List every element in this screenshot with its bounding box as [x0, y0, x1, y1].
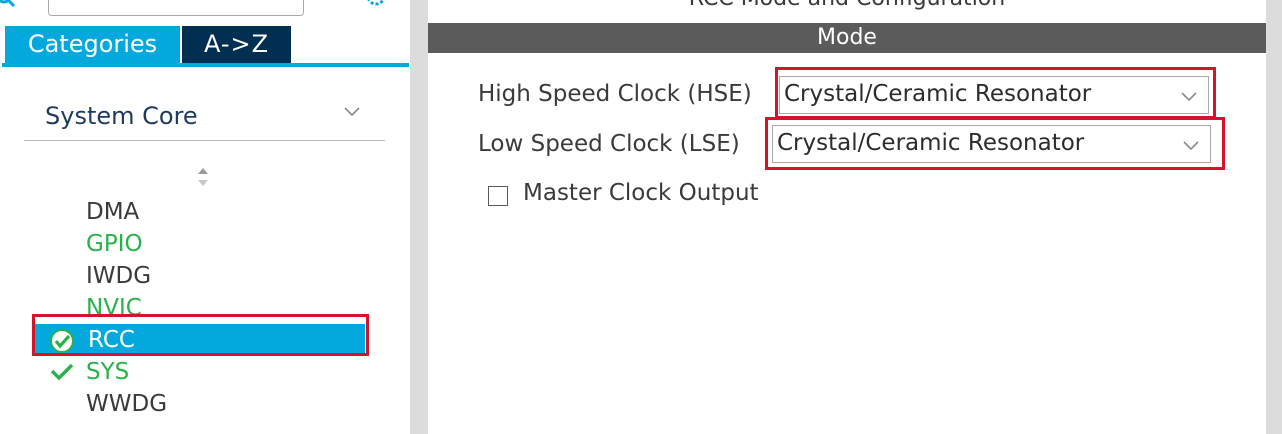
gear-icon[interactable]	[362, 0, 390, 12]
panel-splitter[interactable]	[410, 0, 428, 434]
sort-icon[interactable]	[196, 166, 210, 188]
list-item-label: RCC	[88, 327, 135, 353]
tab-categories[interactable]: Categories	[5, 26, 180, 63]
lse-select-value: Crystal/Ceramic Resonator	[777, 130, 1085, 156]
list-item-label: NVIC	[86, 295, 142, 321]
list-item-sys[interactable]: SYS	[0, 356, 410, 388]
chevron-down-icon	[1183, 141, 1199, 151]
hse-select[interactable]: Crystal/Ceramic Resonator	[779, 76, 1209, 114]
list-item-iwdg[interactable]: IWDG	[0, 260, 410, 292]
list-item-nvic[interactable]: NVIC	[0, 292, 410, 324]
list-item-label: IWDG	[86, 263, 152, 289]
master-clock-output-checkbox[interactable]	[488, 186, 508, 206]
chevron-down-icon	[344, 107, 360, 117]
search-input[interactable]	[48, 0, 304, 16]
tabs-underline	[2, 63, 409, 67]
hse-select-value: Crystal/Ceramic Resonator	[784, 81, 1092, 107]
list-item-label: SYS	[86, 359, 130, 385]
rcc-configuration-panel: RCC Mode and Configuration Mode High Spe…	[428, 0, 1282, 434]
list-item-rcc[interactable]: RCC	[0, 324, 410, 356]
list-item-label: WWDG	[86, 391, 168, 417]
check-icon	[50, 363, 74, 381]
selection-highlight	[34, 324, 365, 356]
list-item-gpio[interactable]: GPIO	[0, 228, 410, 260]
peripheral-navigator: Categories A->Z System Core DMA GPIO IWD…	[0, 0, 410, 434]
category-dropdown[interactable]: System Core	[24, 92, 385, 141]
hse-label: High Speed Clock (HSE)	[478, 81, 752, 107]
tab-a-to-z[interactable]: A->Z	[182, 26, 291, 63]
mode-section-header: Mode	[428, 23, 1266, 53]
list-item-dma[interactable]: DMA	[0, 196, 410, 228]
chevron-down-icon	[1181, 92, 1197, 102]
category-dropdown-label: System Core	[45, 102, 198, 130]
master-clock-output-label: Master Clock Output	[523, 180, 759, 206]
list-item-label: GPIO	[86, 231, 143, 257]
list-item-wwdg[interactable]: WWDG	[0, 388, 410, 420]
list-item-label: DMA	[86, 199, 140, 225]
check-circle-icon	[50, 329, 74, 353]
panel-title: RCC Mode and Configuration	[428, 0, 1266, 11]
search-icon[interactable]	[0, 0, 22, 12]
lse-label: Low Speed Clock (LSE)	[478, 131, 740, 157]
scrollbar[interactable]	[1266, 0, 1282, 434]
lse-select[interactable]: Crystal/Ceramic Resonator	[772, 125, 1211, 163]
